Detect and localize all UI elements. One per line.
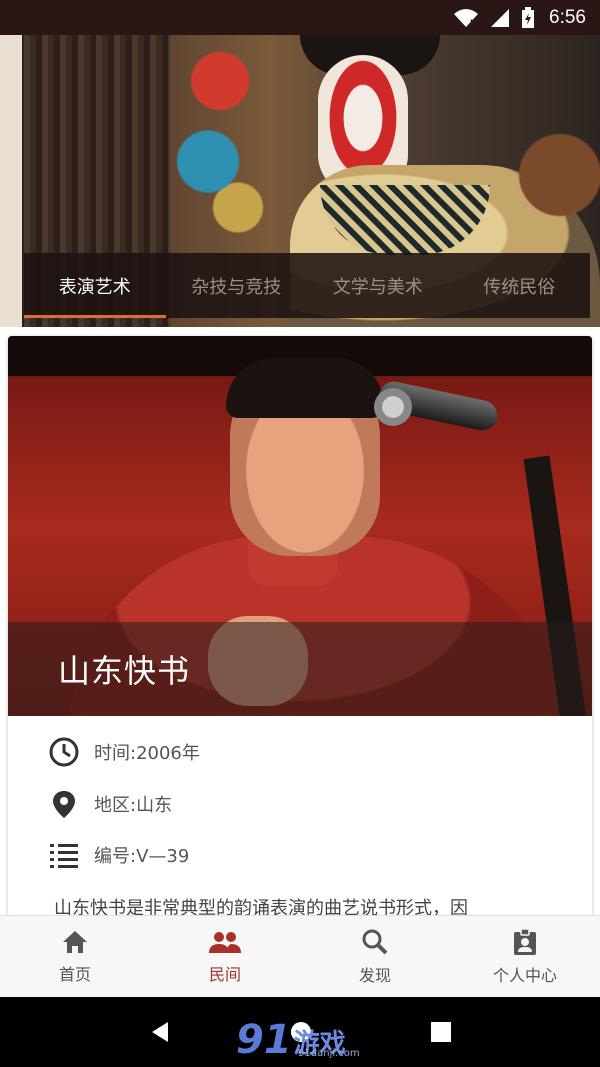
hero-strip (0, 35, 22, 327)
info-time-row: 时间:2006年 (48, 736, 200, 768)
nav-folk-label: 民间 (208, 964, 241, 984)
profile-icon (514, 927, 536, 955)
info-code-row: 编号:V—39 (48, 841, 189, 869)
clock: 6:56 (549, 6, 586, 28)
card-title-band: 山东快书 (8, 622, 592, 716)
wifi-icon (454, 8, 479, 27)
home-icon (63, 930, 87, 953)
status-bar: 6:56 (0, 0, 600, 35)
list-icon (50, 844, 78, 868)
battery-icon (522, 6, 535, 28)
signal-icon (491, 8, 510, 27)
nav-folk[interactable]: 民间 (150, 916, 300, 997)
photo-mic-head (374, 388, 412, 426)
nav-home-label: 首页 (58, 964, 91, 984)
watermark-number: 91 (236, 1017, 292, 1063)
search-icon (362, 929, 388, 954)
card-photo: 山东快书 (8, 336, 592, 716)
watermark-url: 91danji.com (298, 1048, 360, 1059)
tab-folk-customs[interactable]: 传统民俗 (449, 253, 591, 318)
tab-literature-art[interactable]: 文学与美术 (307, 253, 449, 318)
tab-acrobatics[interactable]: 杂技与竞技 (166, 253, 308, 318)
nav-discover[interactable]: 发现 (300, 916, 450, 997)
photo-hair (226, 358, 384, 418)
back-icon[interactable] (148, 1020, 172, 1044)
recents-icon[interactable] (430, 1021, 452, 1043)
location-pin-icon (53, 791, 75, 818)
category-tab-bar: 表演艺术 杂技与竞技 文学与美术 传统民俗 (24, 253, 590, 318)
card-title: 山东快书 (58, 652, 191, 690)
info-region-row: 地区:山东 (48, 788, 172, 820)
info-code: 编号:V—39 (94, 846, 190, 867)
nav-discover-label: 发现 (358, 965, 391, 985)
people-icon (209, 931, 241, 953)
nav-profile-label: 个人中心 (492, 965, 557, 985)
hero-headdress (160, 35, 280, 265)
tab-performing-arts[interactable]: 表演艺术 (24, 253, 166, 318)
watermark-logo: 91 游戏 91danji.com (236, 1010, 376, 1060)
heritage-card[interactable]: 山东快书 时间:2006年 地区:山东 编号:V—39 山东快书是非常典型的韵诵… (8, 336, 592, 916)
bottom-navigation: 首页 民间 发现 个人中心 (0, 915, 600, 997)
info-region: 地区:山东 (94, 795, 173, 816)
nav-home[interactable]: 首页 (0, 916, 150, 997)
card-description: 山东快书是非常典型的韵诵表演的曲艺说书形式，因 (54, 898, 468, 916)
info-time: 时间:2006年 (94, 743, 200, 764)
nav-profile[interactable]: 个人中心 (450, 916, 600, 997)
clock-icon (49, 737, 79, 767)
